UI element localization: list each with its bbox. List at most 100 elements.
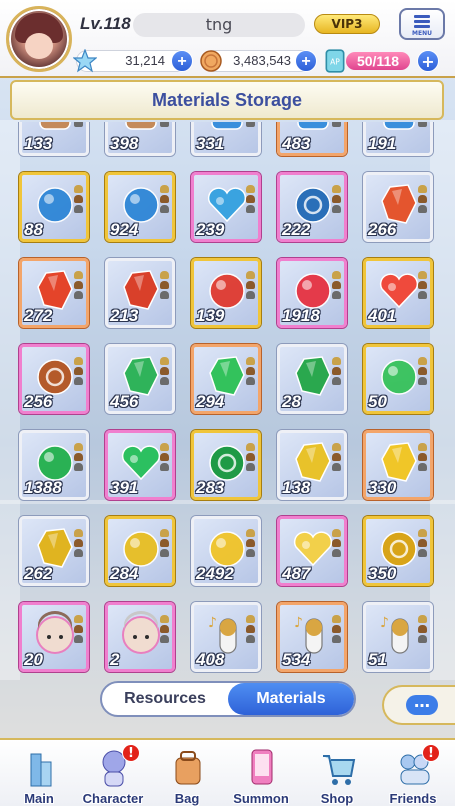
material-count: 350 xyxy=(368,564,397,583)
material-item[interactable]: ♪ 534 xyxy=(277,602,347,672)
material-count: 239 xyxy=(196,220,225,239)
nav-label: Shop xyxy=(320,791,354,806)
tab-resources[interactable]: Resources xyxy=(102,683,228,715)
material-count: 266 xyxy=(368,220,397,239)
material-count: 2492 xyxy=(196,564,234,583)
material-item[interactable]: 284 xyxy=(105,516,175,586)
material-count: 20 xyxy=(24,650,43,669)
material-item[interactable]: 483 xyxy=(277,122,347,156)
material-item[interactable]: 28 xyxy=(277,344,347,414)
material-count: 283 xyxy=(196,478,225,497)
material-item[interactable]: 487 xyxy=(277,516,347,586)
material-count: 88 xyxy=(24,220,43,239)
bottom-nav: Main ! Character Bag Summon Shop ! Frien… xyxy=(0,738,455,806)
chat-button[interactable]: … xyxy=(382,685,455,725)
menu-icon xyxy=(414,15,430,30)
rarity-hearts xyxy=(246,185,256,215)
alert-badge: ! xyxy=(122,744,140,762)
building-icon xyxy=(30,753,52,787)
player-avatar[interactable] xyxy=(6,6,72,72)
player-level: Lv.118 xyxy=(80,14,131,33)
material-count: 28 xyxy=(282,392,301,411)
stamina-value: 50/118 xyxy=(346,52,410,70)
vip-badge[interactable]: VIP3 xyxy=(314,14,380,34)
material-item[interactable]: 398 xyxy=(105,122,175,156)
rarity-hearts xyxy=(332,529,342,559)
material-item[interactable]: 213 xyxy=(105,258,175,328)
material-item[interactable]: 401 xyxy=(363,258,433,328)
add-coin-button[interactable]: + xyxy=(295,50,317,72)
nav-bag[interactable]: Bag xyxy=(152,740,222,806)
phone-icon xyxy=(251,749,273,785)
material-item[interactable]: 330 xyxy=(363,430,433,500)
svg-text:♪: ♪ xyxy=(294,615,303,631)
svg-text:♪: ♪ xyxy=(208,615,217,631)
material-item[interactable]: ♪ 51 xyxy=(363,602,433,672)
star-currency: 31,214 + xyxy=(73,49,193,73)
tab-materials[interactable]: Materials xyxy=(228,683,354,715)
material-count: 138 xyxy=(282,478,311,497)
nav-main[interactable]: Main xyxy=(4,740,74,806)
material-item[interactable]: 2 xyxy=(105,602,175,672)
material-item[interactable]: 283 xyxy=(191,430,261,500)
player-name: tng xyxy=(133,13,305,37)
materials-grid: 133 398 331 483 191 88 924 239 222 266 2… xyxy=(0,122,455,677)
rarity-hearts xyxy=(332,357,342,387)
add-star-button[interactable]: + xyxy=(171,50,193,72)
material-item[interactable]: 139 xyxy=(191,258,261,328)
rarity-hearts xyxy=(160,271,170,301)
material-count: 408 xyxy=(196,650,225,669)
menu-button[interactable]: MENU xyxy=(399,8,445,40)
material-count: 222 xyxy=(282,220,311,239)
material-item[interactable]: 256 xyxy=(19,344,89,414)
material-item[interactable]: ♪ 408 xyxy=(191,602,261,672)
rarity-hearts xyxy=(74,357,84,387)
material-item[interactable]: 50 xyxy=(363,344,433,414)
material-count: 1918 xyxy=(282,306,320,325)
material-count: 262 xyxy=(24,564,53,583)
alert-badge: ! xyxy=(422,744,440,762)
material-count: 2 xyxy=(110,650,120,669)
material-item[interactable]: 1388 xyxy=(19,430,89,500)
material-count: 256 xyxy=(24,392,53,411)
stamina-icon: AP xyxy=(325,49,345,73)
material-item[interactable]: 331 xyxy=(191,122,261,156)
material-item[interactable]: 133 xyxy=(19,122,89,156)
coin-icon xyxy=(200,50,222,72)
material-count: 191 xyxy=(368,134,397,153)
nav-friends[interactable]: ! Friends xyxy=(378,740,448,806)
material-item[interactable]: 391 xyxy=(105,430,175,500)
material-item[interactable]: 2492 xyxy=(191,516,261,586)
material-count: 534 xyxy=(282,650,311,669)
nav-character[interactable]: ! Character xyxy=(78,740,148,806)
rarity-hearts xyxy=(246,443,256,473)
material-item[interactable]: 266 xyxy=(363,172,433,242)
material-item[interactable]: 456 xyxy=(105,344,175,414)
material-item[interactable]: 138 xyxy=(277,430,347,500)
material-count: 213 xyxy=(110,306,139,325)
nav-label: Bag xyxy=(174,791,200,806)
material-item[interactable]: 88 xyxy=(19,172,89,242)
material-item[interactable]: 1918 xyxy=(277,258,347,328)
material-count: 401 xyxy=(368,306,397,325)
material-count: 330 xyxy=(368,478,397,497)
material-item[interactable]: 262 xyxy=(19,516,89,586)
rarity-hearts xyxy=(160,443,170,473)
material-item[interactable]: 350 xyxy=(363,516,433,586)
rarity-hearts xyxy=(418,443,428,473)
add-stamina-button[interactable]: + xyxy=(417,50,439,72)
nav-summon[interactable]: Summon xyxy=(226,740,296,806)
material-item[interactable]: 239 xyxy=(191,172,261,242)
material-item[interactable]: 20 xyxy=(19,602,89,672)
material-item[interactable]: 272 xyxy=(19,258,89,328)
rarity-hearts xyxy=(418,185,428,215)
material-item[interactable]: 924 xyxy=(105,172,175,242)
nav-shop[interactable]: Shop xyxy=(302,740,372,806)
material-count: 331 xyxy=(196,134,225,153)
material-count: 133 xyxy=(24,134,53,153)
material-item[interactable]: 191 xyxy=(363,122,433,156)
material-count: 272 xyxy=(24,306,53,325)
star-icon xyxy=(73,49,97,73)
material-item[interactable]: 294 xyxy=(191,344,261,414)
material-item[interactable]: 222 xyxy=(277,172,347,242)
